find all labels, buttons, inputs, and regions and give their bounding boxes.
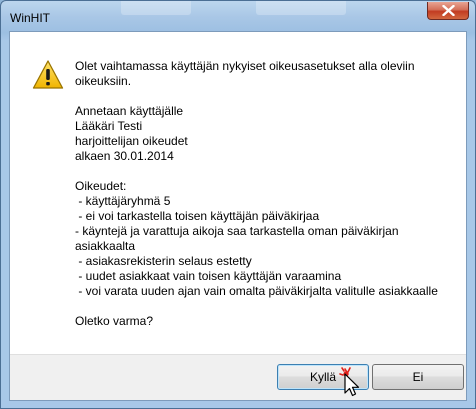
background-tab-ghost	[121, 1, 191, 15]
dialog-content: Olet vaihtamassa käyttäjän nykyiset oike…	[9, 31, 467, 401]
grant-date: alkaen 30.01.2014	[75, 149, 174, 163]
rights-header: Oikeudet:	[75, 179, 127, 193]
rights-item: - käyttäjäryhmä 5	[75, 194, 171, 208]
rights-block: Oikeudet: - käyttäjäryhmä 5 - ei voi tar…	[75, 179, 455, 299]
dialog-message: Olet vaihtamassa käyttäjän nykyiset oike…	[75, 59, 455, 344]
warning-icon	[32, 60, 64, 89]
rights-item: - ei voi tarkastella toisen käyttäjän pä…	[75, 209, 320, 223]
confirm-question: Oletko varma?	[75, 314, 154, 328]
no-button[interactable]: Ei	[372, 364, 464, 390]
window-title: WinHIT	[10, 11, 50, 25]
grant-line: Annetaan käyttäjälle	[75, 104, 184, 118]
background-tab-ghost	[256, 1, 346, 15]
rights-item: - asiakasrekisterin selaus estetty	[75, 254, 252, 268]
intro-text: Olet vaihtamassa käyttäjän nykyiset oike…	[75, 59, 415, 88]
dialog-window: WinHIT Olet vaihtamassa käyttäjän nykyis…	[0, 0, 476, 409]
close-button[interactable]	[427, 2, 469, 20]
mouse-cursor-icon	[339, 367, 360, 397]
grant-role: harjoittelijan oikeudet	[75, 134, 188, 148]
close-icon	[442, 5, 455, 16]
button-bar: Kyllä Ei	[10, 354, 466, 400]
rights-item: - uudet asiakkaat vain toisen käyttäjän …	[75, 269, 342, 283]
rights-item: - käyntejä ja varattuja aikoja saa tarka…	[75, 224, 399, 253]
grant-block: Annetaan käyttäjälle Lääkäri Testi harjo…	[75, 104, 455, 164]
title-bar[interactable]: WinHIT	[1, 1, 475, 35]
grant-user: Lääkäri Testi	[75, 119, 143, 133]
rights-item: - voi varata uuden ajan vain omalta päiv…	[75, 284, 438, 298]
